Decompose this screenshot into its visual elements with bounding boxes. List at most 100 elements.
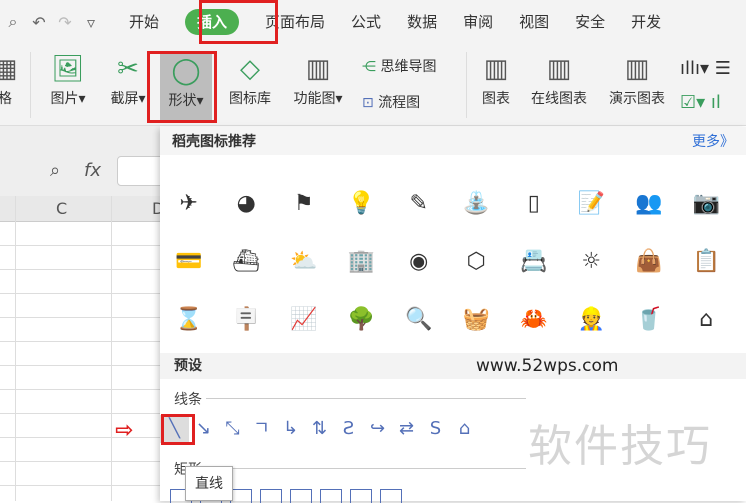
screenshot-label: 截屏▾ — [110, 91, 146, 107]
line-shape[interactable]: Ƨ — [334, 415, 363, 443]
picture-icon: 🖼 — [51, 54, 85, 84]
mind-map-label: 思维导图 — [380, 59, 437, 75]
redo-icon[interactable]: ↷ — [52, 13, 78, 32]
demo-chart-label: 演示图表 — [609, 91, 665, 107]
icon-item[interactable]: 💡 — [333, 175, 391, 233]
bar-chart-icon: ▥ — [483, 54, 509, 84]
line-chart-dropdown[interactable]: ☑▾ ıl — [680, 92, 721, 113]
line-shape[interactable]: ⇅ — [305, 415, 334, 443]
tab-review[interactable]: 审阅 — [450, 0, 506, 44]
icon-item[interactable]: 📇 — [505, 233, 563, 291]
icon-item[interactable]: 💳 — [160, 233, 218, 291]
online-chart-icon: ▥ — [546, 54, 572, 84]
icon-item[interactable]: ⌂ — [678, 291, 736, 349]
tab-security[interactable]: 安全 — [562, 0, 618, 44]
icon-item[interactable]: ⛲ — [448, 175, 506, 233]
column-headers: C D — [0, 196, 164, 222]
icon-item[interactable]: 🏢 — [333, 233, 391, 291]
icon-recommend-header: 稻壳图标推荐 更多》 — [160, 127, 746, 155]
function-chart-icon: ▥ — [305, 54, 331, 84]
icon-item[interactable]: 👥 — [620, 175, 678, 233]
function-chart-label: 功能图▾ — [293, 91, 343, 107]
icon-item[interactable]: 🪧 — [218, 291, 276, 349]
flowchart-icon: ⊡ — [362, 95, 374, 111]
icon-item[interactable]: 📋 — [678, 233, 736, 291]
gridline — [111, 196, 112, 501]
table-label: 格 — [0, 91, 12, 107]
icon-item[interactable]: 🌳 — [333, 291, 391, 349]
icon-item[interactable]: ⚑ — [275, 175, 333, 233]
line-shape[interactable]: ⤡ — [218, 415, 247, 443]
divider — [466, 52, 467, 118]
icon-item[interactable]: ⌛ — [160, 291, 218, 349]
icon-library-button[interactable]: ◇ 图标库 — [224, 50, 276, 108]
line-shape[interactable]: ↪ — [363, 415, 392, 443]
section-title: 稻壳图标推荐 — [172, 134, 256, 150]
customize-icon[interactable]: ▿ — [78, 13, 104, 32]
icon-library-icon: ◇ — [240, 54, 260, 84]
fx-button[interactable]: fx — [84, 160, 101, 181]
tab-data[interactable]: 数据 — [394, 0, 450, 44]
line-shape[interactable]: ↳ — [276, 415, 305, 443]
preset-label: 预设 — [174, 358, 202, 374]
icon-item[interactable]: ✈ — [160, 175, 218, 233]
divider — [30, 52, 31, 118]
online-chart-label: 在线图表 — [531, 91, 587, 107]
icon-item[interactable]: 🦀 — [505, 291, 563, 349]
mind-map-button[interactable]: ⋲ 思维导图 — [362, 56, 436, 76]
mind-map-icon: ⋲ — [362, 59, 376, 75]
icon-item[interactable]: 👷 — [563, 291, 621, 349]
tab-developer[interactable]: 开发 — [618, 0, 674, 44]
icon-item[interactable]: 🧺 — [448, 291, 506, 349]
tab-home[interactable]: 开始 — [116, 0, 172, 44]
tab-view[interactable]: 视图 — [506, 0, 562, 44]
screenshot-button[interactable]: ✂ 截屏▾ — [104, 50, 152, 108]
online-chart-button[interactable]: ▥ 在线图表 — [526, 50, 592, 108]
icon-item[interactable]: 🔍 — [390, 291, 448, 349]
function-chart-button[interactable]: ▥ 功能图▾ — [286, 50, 350, 108]
icon-item[interactable]: ✎ — [390, 175, 448, 233]
column-header-c[interactable]: C — [56, 199, 67, 218]
gridline — [15, 196, 16, 501]
table-button[interactable]: ▦ 格 — [0, 50, 18, 108]
icon-item[interactable]: ⬡ — [448, 233, 506, 291]
scissors-icon: ✂ — [117, 54, 139, 84]
chart-button[interactable]: ▥ 图表 — [478, 50, 514, 108]
flowchart-label: 流程图 — [378, 95, 421, 111]
pointer-arrow-icon: ⇨ — [115, 418, 134, 443]
icon-item[interactable]: 📷 — [678, 175, 736, 233]
demo-chart-button[interactable]: ▥ 演示图表 — [604, 50, 670, 108]
icon-item[interactable]: ▯ — [505, 175, 563, 233]
icon-item[interactable]: ⛴ — [218, 233, 276, 291]
icon-item[interactable]: 🥤 — [620, 291, 678, 349]
picture-button[interactable]: 🖼 图片▾ — [44, 50, 92, 108]
zoom-icon[interactable]: ⌕ — [50, 160, 60, 181]
divider — [206, 398, 526, 399]
icon-library-label: 图标库 — [229, 91, 271, 107]
more-link[interactable]: 更多》 — [692, 131, 734, 151]
picture-label: 图片▾ — [50, 91, 86, 107]
icon-item[interactable]: ◉ — [390, 233, 448, 291]
icon-item[interactable]: 👜 — [620, 233, 678, 291]
flowchart-button[interactable]: ⊡ 流程图 — [362, 92, 420, 112]
column-chart-dropdown[interactable]: ıllı▾ ☰ — [680, 58, 731, 79]
icon-item[interactable]: 📈 — [275, 291, 333, 349]
divider — [206, 468, 526, 469]
ribbon-tabs: ⌕ ↶ ↷ ▿ 开始 插入 页面布局 公式 数据 审阅 视图 安全 开发 — [0, 0, 746, 44]
line-shape[interactable]: ⌂ — [450, 415, 479, 443]
icon-item[interactable]: ☼ — [563, 233, 621, 291]
site-watermark: www.52wps.com — [476, 356, 619, 376]
line-shape[interactable]: S — [421, 415, 450, 443]
line-shape[interactable]: ⇄ — [392, 415, 421, 443]
highlight-shapes-button — [147, 51, 217, 123]
cell-grid[interactable] — [0, 222, 160, 501]
icon-item[interactable]: ⛅ — [275, 233, 333, 291]
line-shape[interactable]: ㄱ — [247, 415, 276, 443]
preview-icon[interactable]: ⌕ — [0, 12, 26, 32]
icon-grid: ✈ ◕ ⚑ 💡 ✎ ⛲ ▯ 📝 👥 📷 💳 ⛴ ⛅ 🏢 ◉ ⬡ 📇 ☼ 👜 📋 ⌛ 🪧 📈 🌳 🔍 🧺 🦀 👷 🥤 ⌂ — [160, 175, 746, 349]
icon-item[interactable]: 📝 — [563, 175, 621, 233]
icon-item[interactable]: ◕ — [218, 175, 276, 233]
tab-formulas[interactable]: 公式 — [338, 0, 394, 44]
undo-icon[interactable]: ↶ — [26, 13, 52, 32]
tooltip: 直线 — [185, 466, 233, 501]
